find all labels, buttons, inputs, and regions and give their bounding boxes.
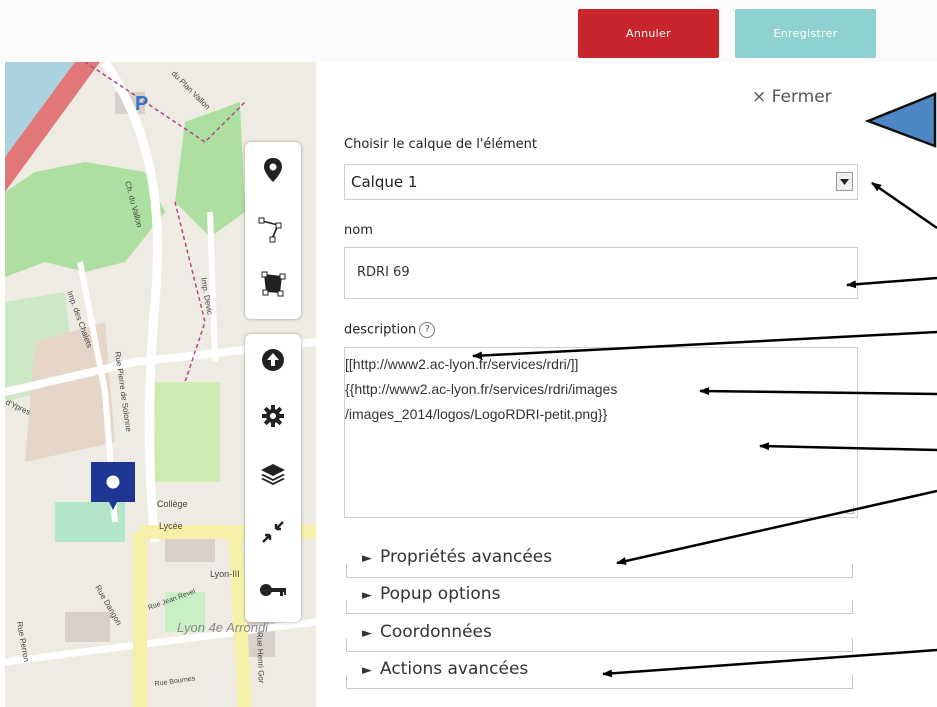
sport-area <box>155 382 220 482</box>
marker-icon[interactable] <box>245 148 301 192</box>
collapse-icon[interactable] <box>245 510 301 554</box>
lyon3-label: Lyon-III <box>210 569 240 579</box>
polyline-icon[interactable] <box>245 208 301 252</box>
draw-toolbar <box>245 142 301 319</box>
name-label: nom <box>344 223 373 238</box>
street-label: Rue Perron <box>15 621 31 663</box>
road <box>207 211 218 363</box>
college-label: Collège <box>157 499 188 509</box>
section-label: Coordonnées <box>380 622 492 642</box>
layers-icon[interactable] <box>245 452 301 496</box>
description-line: {{http://www2.ac-lyon.fr/services/rdri/i… <box>345 381 618 397</box>
street-label: Rue Bournes <box>154 675 196 688</box>
chevron-down-icon[interactable] <box>836 172 853 191</box>
key-icon[interactable] <box>245 568 301 612</box>
section-popup-options[interactable]: ► Popup options <box>358 584 505 604</box>
expand-arrow-icon: ► <box>362 626 372 641</box>
cancel-button[interactable]: Annuler <box>578 9 719 58</box>
annotation-triangle <box>864 92 937 148</box>
expand-arrow-icon: ► <box>362 588 372 603</box>
save-button[interactable]: Enregistrer <box>735 9 876 58</box>
street-label: du Plan Vallon <box>170 69 212 111</box>
close-button[interactable]: × Fermer <box>752 87 832 107</box>
layer-label: Choisir le calque de l'élément <box>344 137 538 152</box>
description-line: [[http://www2.ac-lyon.fr/services/rdri/]… <box>345 356 579 372</box>
description-label: description <box>344 322 417 338</box>
name-input[interactable]: RDRI 69 <box>344 247 858 299</box>
section-label: Propriétés avancées <box>380 547 553 567</box>
description-label-row: description? <box>344 322 436 338</box>
layer-select-value: Calque 1 <box>351 173 418 191</box>
description-textarea[interactable]: [[http://www2.ac-lyon.fr/services/rdri/]… <box>344 347 858 518</box>
street-label: Rue Henri Gor <box>255 632 266 684</box>
section-advanced-actions[interactable]: ► Actions avancées <box>358 659 533 679</box>
gear-icon[interactable] <box>245 394 301 438</box>
polygon-icon[interactable] <box>245 262 301 306</box>
description-line: /images_2014/logos/LogoRDRI-petit.png}} <box>345 406 608 422</box>
help-icon[interactable]: ? <box>419 322 436 338</box>
section-label: Popup options <box>380 584 501 604</box>
edit-toolbar <box>245 334 301 622</box>
lycee-label: Lycée <box>159 521 183 531</box>
top-bar: Annuler Enregistrer <box>0 0 937 62</box>
street-label: d'Ypres <box>5 398 32 417</box>
resize-handle[interactable] <box>846 506 854 514</box>
upload-icon[interactable] <box>245 338 301 382</box>
section-coordinates[interactable]: ► Coordonnées <box>358 622 496 642</box>
expand-arrow-icon: ► <box>362 663 372 678</box>
residential-area <box>25 322 115 462</box>
building <box>65 612 110 642</box>
section-advanced-properties[interactable]: ► Propriétés avancées <box>358 547 557 567</box>
parking-label: P <box>135 93 148 115</box>
name-input-value: RDRI 69 <box>357 265 410 280</box>
layer-select[interactable]: Calque 1 <box>344 164 858 200</box>
section-label: Actions avancées <box>380 659 529 679</box>
map-view[interactable]: P du Plan Vallon Ch. du Vallon Imp. des … <box>5 62 316 707</box>
annotation-arrow <box>871 181 937 230</box>
expand-arrow-icon: ► <box>362 551 372 566</box>
